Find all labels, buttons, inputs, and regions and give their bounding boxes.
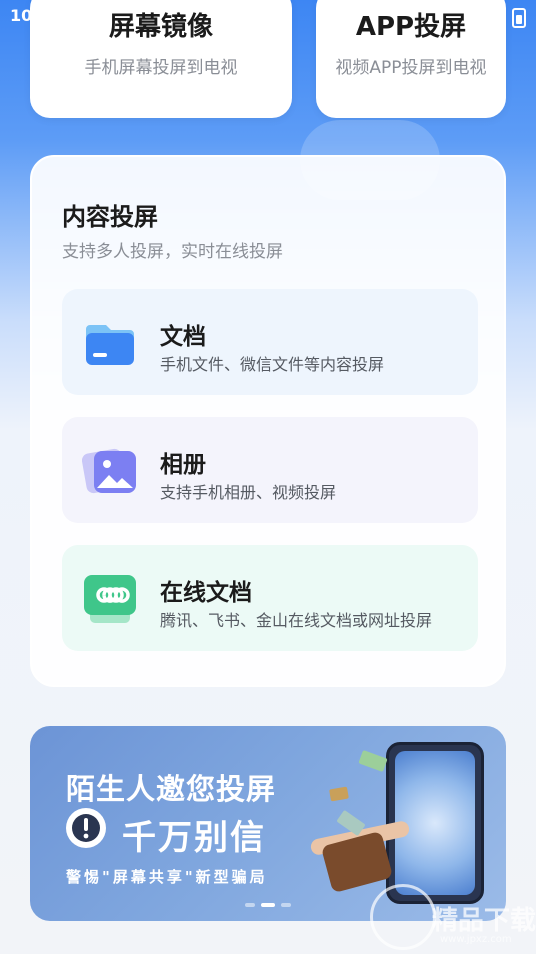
online-docs-item[interactable]: 在线文档 腾讯、飞书、金山在线文档或网址投屏 <box>62 545 478 651</box>
screen-mirror-subtitle: 手机屏幕投屏到电视 <box>84 58 238 78</box>
watermark-url: www.jpxz.com <box>440 934 512 945</box>
status-time: 10 <box>10 6 33 25</box>
documents-description: 手机文件、微信文件等内容投屏 <box>160 355 385 374</box>
online-docs-description: 腾讯、飞书、金山在线文档或网址投屏 <box>160 611 433 630</box>
money-bill-icon <box>358 749 388 773</box>
battery-icon <box>512 8 526 28</box>
album-description: 支持手机相册、视频投屏 <box>160 483 337 502</box>
p-logo-icon <box>370 884 436 950</box>
online-docs-label: 在线文档 <box>160 580 252 606</box>
pagination-dot-active[interactable] <box>261 903 275 907</box>
app-cast-subtitle: 视频APP投屏到电视 <box>335 58 487 78</box>
exclamation-icon <box>66 808 106 848</box>
pagination-dot[interactable] <box>245 903 255 907</box>
photo-album-icon <box>82 448 136 494</box>
screen-mirror-card[interactable]: 屏幕镜像 手机屏幕投屏到电视 <box>30 0 292 118</box>
watermark-text: 精品下载 <box>432 906 536 936</box>
album-item[interactable]: 相册 支持手机相册、视频投屏 <box>62 417 478 523</box>
banner-line-1: 陌生人邀您投屏 <box>66 772 277 806</box>
app-cast-title: APP投屏 <box>355 12 467 42</box>
section-subtitle: 支持多人投屏，实时在线投屏 <box>62 242 283 262</box>
section-title: 内容投屏 <box>62 203 158 231</box>
fraud-warning-banner[interactable]: 陌生人邀您投屏 千万别信 警惕"屏幕共享"新型骗局 <box>30 726 506 921</box>
app-cast-card[interactable]: APP投屏 视频APP投屏到电视 <box>316 0 506 118</box>
documents-item[interactable]: 文档 手机文件、微信文件等内容投屏 <box>62 289 478 395</box>
link-icon <box>84 575 136 623</box>
money-bill-icon <box>329 786 349 802</box>
album-label: 相册 <box>160 452 206 478</box>
pagination-dot[interactable] <box>281 903 291 907</box>
banner-line-3: 警惕"屏幕共享"新型骗局 <box>66 868 268 886</box>
banner-line-2: 千万别信 <box>122 818 266 858</box>
folder-icon <box>86 325 134 365</box>
documents-label: 文档 <box>160 324 206 350</box>
content-cast-section: 内容投屏 支持多人投屏，实时在线投屏 文档 手机文件、微信文件等内容投屏 相册 … <box>30 155 506 687</box>
screen-mirror-title: 屏幕镜像 <box>108 12 213 42</box>
